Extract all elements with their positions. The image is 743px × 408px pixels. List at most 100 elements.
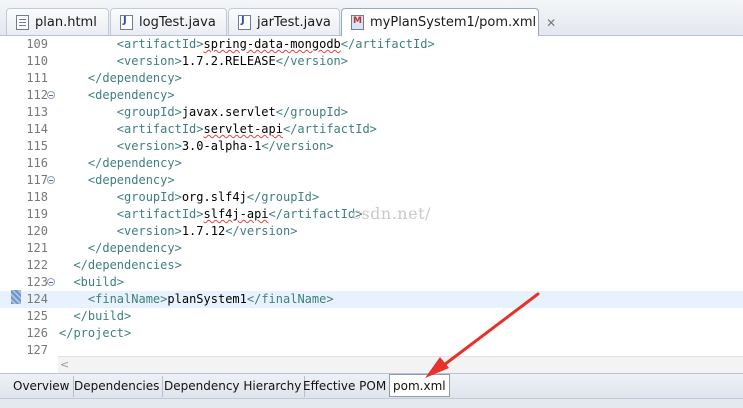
xml-value: 1.7.2.RELEASE [181, 54, 276, 68]
scroll-left-arrow-icon[interactable]: < [60, 357, 69, 373]
code-line[interactable]: 111 </dependency> [0, 70, 743, 87]
code-line[interactable]: 122 </dependencies> [0, 257, 743, 274]
xml-tag: </version> [261, 139, 334, 153]
xml-tag: </version> [275, 54, 348, 68]
code-line[interactable]: 113 <groupId>javax.servlet</groupId> [0, 104, 743, 121]
tab-pom-xml-source[interactable]: pom.xml [389, 374, 450, 397]
xml-tag: <groupId> [116, 190, 182, 204]
line-number: 109 [26, 37, 48, 51]
pom-editor-page-tabs: Overview Dependencies Dependency Hierarc… [0, 373, 743, 398]
code-text: <artifactId>spring-data-mongodb</artifac… [59, 36, 435, 53]
xml-value: org.slf4j [181, 190, 247, 204]
tab-dependency-hierarchy[interactable]: Dependency Hierarchy [161, 376, 306, 397]
code-text: <version>1.7.2.RELEASE</version> [59, 53, 348, 70]
xml-value: 1.7.12 [181, 224, 226, 238]
tab-label: jarTest.java [257, 14, 331, 30]
code-text: </dependencies> [59, 257, 182, 274]
xml-tag: </artifactId> [268, 207, 363, 221]
code-line[interactable]: 124 <finalName>planSystem1</finalName> [0, 291, 743, 308]
xml-tag: </version> [225, 224, 298, 238]
xml-tag: <version> [116, 139, 182, 153]
maven-pom-icon [351, 15, 364, 30]
java-file-icon [120, 14, 133, 30]
line-number: 118 [26, 190, 48, 204]
tab-overview[interactable]: Overview [10, 376, 74, 397]
html-file-icon [16, 14, 29, 30]
line-number: 114 [26, 122, 48, 136]
xml-tag: </groupId> [275, 105, 348, 119]
code-text: <dependency> [59, 87, 175, 104]
xml-source-editor[interactable]: 109 <artifactId>spring-data-mongodb</art… [0, 36, 743, 357]
code-text: <dependency> [59, 172, 175, 189]
code-text: </build> [59, 308, 131, 325]
tab-logtest-java[interactable]: logTest.java [110, 8, 227, 35]
watermark: csdn.net/ [352, 204, 431, 223]
xml-value: planSystem1 [167, 292, 247, 306]
fold-collapse-icon[interactable] [47, 278, 55, 286]
xml-tag: </artifactId> [282, 122, 377, 136]
code-line[interactable]: 109 <artifactId>spring-data-mongodb</art… [0, 36, 743, 53]
xml-tag: </project> [59, 326, 132, 340]
current-line-marker [11, 290, 21, 304]
xml-tag: </dependency> [87, 241, 182, 255]
xml-tag: <finalName> [87, 292, 168, 306]
line-number: 123 [26, 275, 48, 289]
line-number: 126 [26, 326, 48, 340]
xml-tag: <dependency> [87, 88, 175, 102]
line-number: 116 [26, 156, 48, 170]
close-icon[interactable]: ✕ [546, 16, 556, 30]
xml-value: javax.servlet [181, 105, 276, 119]
line-number: 127 [26, 343, 48, 357]
code-text: </project> [59, 325, 131, 342]
editor-tab-bar: plan.html logTest.java jarTest.java myPl… [0, 0, 743, 36]
xml-tag: <artifactId> [116, 37, 204, 51]
line-number: 124 [26, 292, 48, 306]
xml-tag: <build> [73, 275, 125, 289]
code-text: <finalName>planSystem1</finalName> [59, 291, 334, 308]
tab-effective-pom[interactable]: Effective POM [300, 376, 391, 397]
code-line[interactable]: 112 <dependency> [0, 87, 743, 104]
xml-value: slf4j-api [203, 207, 269, 221]
tab-dependencies[interactable]: Dependencies [71, 376, 164, 397]
xml-tag: </dependencies> [73, 258, 182, 272]
xml-tag: </build> [73, 309, 132, 323]
code-text: </dependency> [59, 155, 182, 172]
tab-plan-html[interactable]: plan.html [6, 8, 109, 35]
code-line[interactable]: 121 </dependency> [0, 240, 743, 257]
line-number: 113 [26, 105, 48, 119]
tab-label: plan.html [35, 14, 97, 30]
code-text: <version>1.7.12</version> [59, 223, 298, 240]
code-line[interactable]: 126 </project> [0, 325, 743, 342]
code-line[interactable]: 116 </dependency> [0, 155, 743, 172]
code-line[interactable]: 120 <version>1.7.12</version> [0, 223, 743, 240]
xml-tag: <dependency> [87, 173, 175, 187]
line-number: 125 [26, 309, 48, 323]
code-line[interactable]: 125 </build> [0, 308, 743, 325]
fold-collapse-icon[interactable] [47, 176, 55, 184]
fold-collapse-icon[interactable] [47, 91, 55, 99]
code-line[interactable]: 115 <version>3.0-alpha-1</version> [0, 138, 743, 155]
tab-jartest-java[interactable]: jarTest.java [228, 8, 340, 35]
code-line[interactable]: 110 <version>1.7.2.RELEASE</version> [0, 53, 743, 70]
code-line[interactable]: 114 <artifactId>servlet-api</artifactId> [0, 121, 743, 138]
xml-tag: <version> [116, 224, 182, 238]
horizontal-scrollbar[interactable]: < [58, 356, 743, 373]
code-line[interactable]: 123 <build> [0, 274, 743, 291]
code-line[interactable]: 117 <dependency> [0, 172, 743, 189]
tab-pom-xml[interactable]: myPlanSystem1/pom.xml ✕ [341, 8, 556, 36]
xml-value: spring-data-mongodb [203, 37, 341, 51]
xml-tag: <artifactId> [116, 122, 204, 136]
